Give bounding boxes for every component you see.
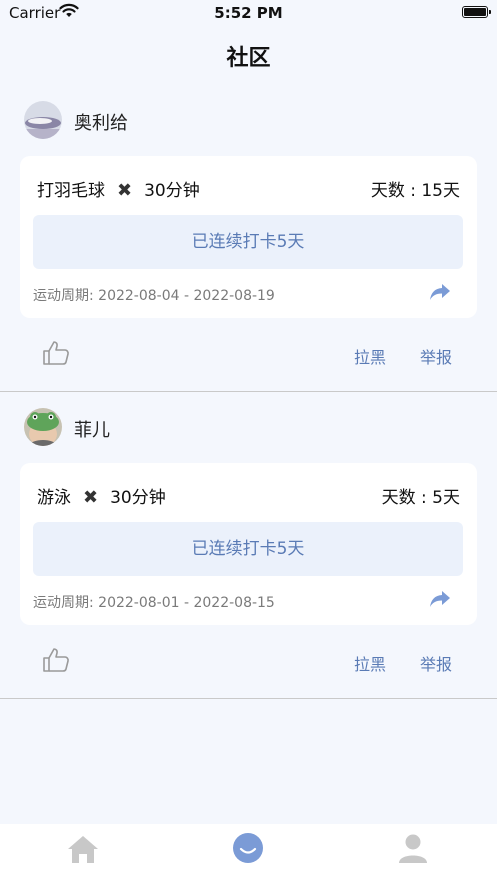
exercise-period: 运动周期: 2022-08-04 - 2022-08-19 [33,288,275,304]
divider [0,391,497,392]
post-header[interactable]: 菲儿 [24,408,324,448]
avatar[interactable] [24,101,62,139]
streak-banner: 已连续打卡5天 [33,215,463,269]
profile-icon[interactable] [396,832,430,866]
battery-icon [462,6,491,18]
home-icon[interactable] [66,832,100,866]
like-icon[interactable] [42,647,70,677]
smile-icon[interactable] [231,832,265,866]
post-header[interactable]: 奥利给 [24,101,324,141]
username: 奥利给 [74,113,128,134]
share-icon[interactable] [429,283,451,305]
tab-bar [0,824,497,883]
share-icon[interactable] [429,590,451,612]
activity-name: 游泳 [37,488,71,508]
times-icon: ✖ [83,487,99,508]
days-count: 天数 : 15天 [370,181,460,201]
checkin-card: 打羽毛球 ✖ 30分钟 天数 : 15天 已连续打卡5天 运动周期: 2022-08… [20,156,477,318]
activity-info: 打羽毛球 ✖ 30分钟 [37,176,200,201]
status-time: 5:52 PM [214,4,283,22]
activity-info: 游泳 ✖ 30分钟 [37,483,166,508]
divider [0,698,497,699]
username: 菲儿 [74,420,110,441]
days-count: 天数 : 5天 [381,488,460,508]
activity-duration: 30分钟 [144,181,200,201]
like-icon[interactable] [42,340,70,370]
status-bar: Carrier 5:52 PM [0,0,497,26]
block-button[interactable]: 拉黑 [354,344,386,368]
exercise-period: 运动周期: 2022-08-01 - 2022-08-15 [33,595,275,611]
report-button[interactable]: 举报 [420,344,452,368]
checkin-card: 游泳 ✖ 30分钟 天数 : 5天 已连续打卡5天 运动周期: 2022-08-01… [20,463,477,625]
post-actions: 拉黑 举报 [0,334,497,374]
activity-duration: 30分钟 [110,488,166,508]
activity-name: 打羽毛球 [37,181,105,201]
avatar[interactable] [24,408,62,446]
page-title: 社区 [226,46,271,71]
post-actions: 拉黑 举报 [0,641,497,681]
report-button[interactable]: 举报 [420,651,452,675]
streak-banner: 已连续打卡5天 [33,522,463,576]
block-button[interactable]: 拉黑 [354,651,386,675]
times-icon: ✖ [117,180,133,201]
